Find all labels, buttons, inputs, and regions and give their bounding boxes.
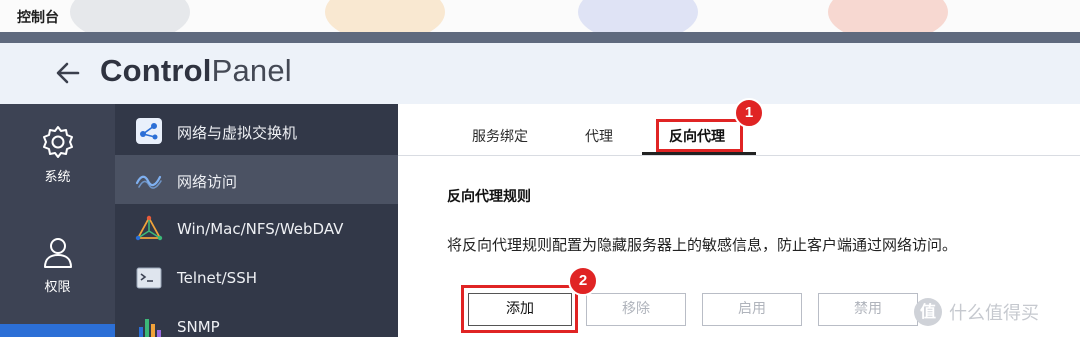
section-description: 将反向代理规则配置为隐藏服务器上的敏感信息，防止客户端通过网络访问。 [447,236,958,254]
page-title-part-2: Panel [211,53,292,88]
enable-button[interactable]: 启用 [702,293,802,326]
nav-item-label: Telnet/SSH [177,269,258,287]
annotation-badge-1: 1 [734,98,764,128]
rail-item-permissions[interactable]: 权限 [0,234,115,295]
nav-item-label: 网络访问 [177,173,238,191]
rail-active-indicator [0,324,115,337]
nav-item-telnet-ssh[interactable]: Telnet/SSH [115,253,398,302]
top-strip [0,32,1080,43]
triangle-nodes-icon [135,215,163,241]
window-title-bar: 控制台 [0,0,1080,42]
terminal-icon [136,267,162,289]
screen: 控制台 ControlPanel 系统 权限 网络与虚拟交换机 网络访问 Win… [0,0,1080,337]
watermark-logo-icon: 值 [914,298,942,326]
annotation-box-2 [461,285,578,333]
annotation-box-1 [656,119,743,152]
secondary-nav: 网络与虚拟交换机 网络访问 Win/Mac/NFS/WebDAV Telnet/… [115,104,398,337]
remove-button[interactable]: 移除 [586,293,686,326]
disable-button[interactable]: 禁用 [818,293,918,326]
bar-chart-icon [139,319,161,337]
watermark-text: 什么值得买 [949,303,1039,324]
wave-icon [135,175,162,189]
back-arrow-icon[interactable] [54,58,82,88]
user-icon [43,238,72,268]
nav-item-label: SNMP [177,318,220,336]
page-title: ControlPanel [100,53,292,89]
page-title-part-1: Control [100,53,212,88]
annotation-badge-2: 2 [568,266,598,296]
tab-service-binding[interactable]: 服务绑定 [472,126,528,146]
rail-item-system-label: 系统 [44,170,71,185]
gear-icon [42,126,73,158]
network-switch-icon [136,118,162,144]
section-title: 反向代理规则 [447,189,531,205]
nav-item-file-services[interactable]: Win/Mac/NFS/WebDAV [115,204,398,253]
rail-item-permissions-label: 权限 [44,280,71,295]
nav-item-label: 网络与虚拟交换机 [177,124,298,142]
tab-proxy[interactable]: 代理 [585,126,613,146]
active-tab-indicator [642,152,756,155]
rail-item-system[interactable]: 系统 [0,124,115,185]
left-rail: 系统 权限 [0,104,115,337]
nav-item-network-access[interactable]: 网络访问 [115,155,398,204]
app-header: ControlPanel [0,43,1080,104]
nav-item-label: Win/Mac/NFS/WebDAV [177,220,344,238]
nav-item-snmp[interactable]: SNMP [115,302,398,337]
window-title: 控制台 [17,10,59,26]
nav-item-network-switch[interactable]: 网络与虚拟交换机 [115,106,398,155]
